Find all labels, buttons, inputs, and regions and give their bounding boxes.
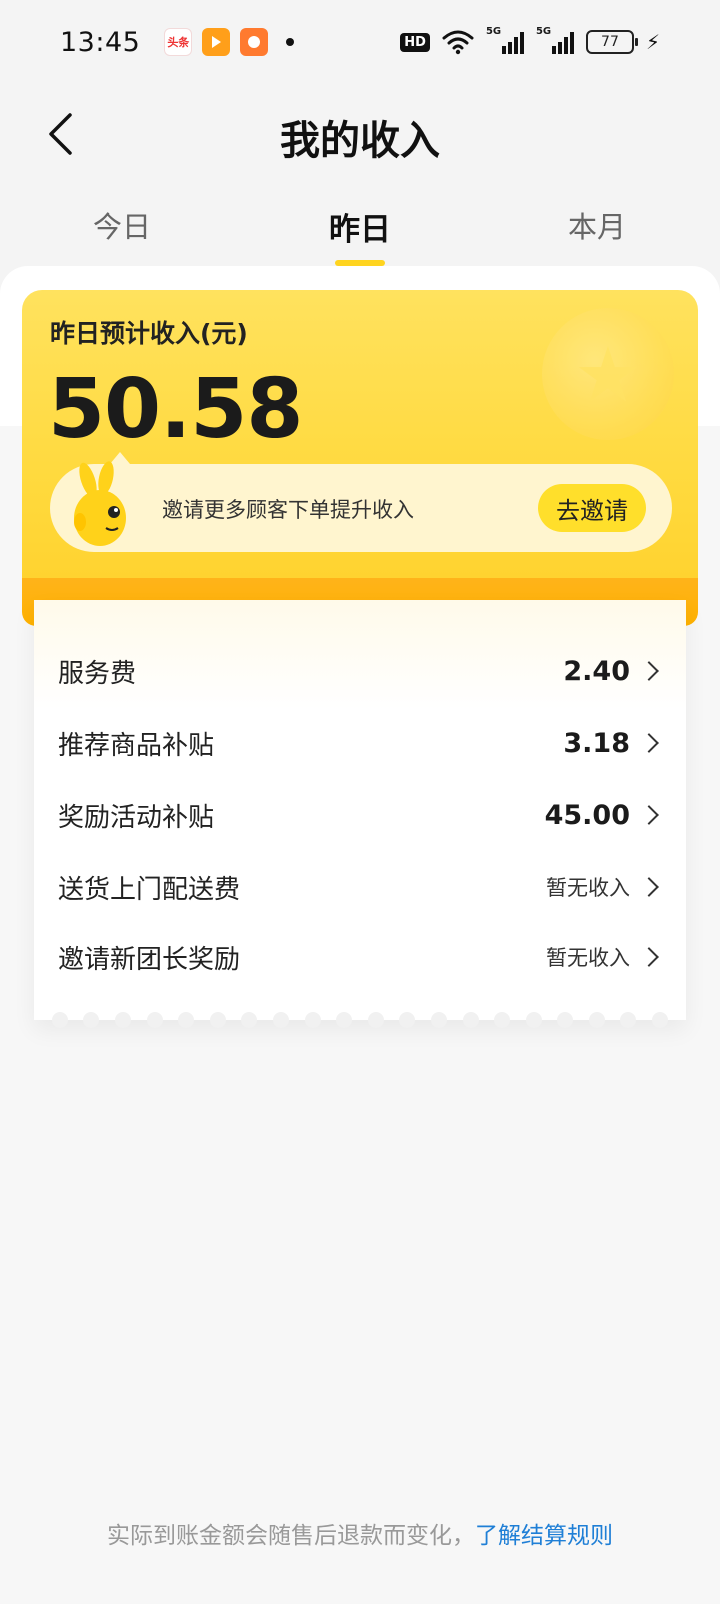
detail-value: 3.18 (563, 727, 630, 759)
detail-label: 奖励活动补贴 (58, 802, 215, 833)
status-app-icons: 头条 (164, 28, 295, 56)
toutiao-icon: 头条 (164, 28, 193, 56)
status-bar: 13:45 头条 HD 5G 5G 77 ⚡ (0, 0, 720, 84)
header: 我的收入 (0, 100, 720, 170)
wifi-icon (442, 30, 474, 55)
detail-label: 送货上门配送费 (58, 874, 241, 905)
chevron-right-icon (639, 877, 659, 897)
detail-value: 2.40 (563, 655, 630, 687)
tab-today[interactable]: 今日 (52, 204, 192, 246)
income-label: 昨日预计收入(元) (50, 319, 248, 348)
status-time: 13:45 (60, 26, 141, 58)
detail-value: 暂无收入 (546, 876, 630, 900)
chevron-right-icon (639, 733, 659, 753)
income-amount: 50.58 (48, 362, 303, 457)
detail-value: 45.00 (544, 799, 630, 831)
mascot-icon (74, 461, 126, 546)
mall-icon (240, 28, 269, 56)
invite-button[interactable]: 去邀请 (538, 484, 646, 532)
battery-level: 77 (601, 34, 619, 50)
invite-banner: 邀请更多顾客下单提升收入 去邀请 (50, 452, 672, 552)
chevron-right-icon (639, 661, 659, 681)
battery-icon: 77 (585, 30, 638, 54)
invite-text: 邀请更多顾客下单提升收入 (162, 498, 414, 522)
settlement-note: 实际到账金额会随售后退款而变化，了解结算规则 (0, 1516, 720, 1550)
detail-label: 服务费 (58, 658, 137, 689)
notification-dot-icon (286, 38, 295, 46)
signal-5g-icon: 5G (486, 26, 524, 54)
active-tab-indicator (335, 260, 385, 266)
video-icon (202, 28, 231, 56)
signal-5g-icon-2: 5G (536, 26, 574, 54)
settlement-note-text: 实际到账金额会随售后退款而变化， (107, 1523, 475, 1549)
detail-value: 暂无收入 (546, 946, 630, 970)
detail-row-reward-subsidy[interactable]: 奖励活动补贴 45.00 (34, 780, 686, 850)
detail-label: 推荐商品补贴 (58, 730, 215, 761)
tab-this-month[interactable]: 本月 (527, 204, 667, 246)
status-indicators: HD 5G 5G 77 ⚡ (400, 26, 660, 55)
detail-row-product-subsidy[interactable]: 推荐商品补贴 3.18 (34, 708, 686, 778)
detail-row-service-fee[interactable]: 服务费 2.40 (34, 636, 686, 706)
chevron-right-icon (639, 805, 659, 825)
income-summary-card: 昨日预计收入(元) 50.58 邀请更多顾客下单提升收入 去邀请 (22, 290, 698, 622)
receipt-perforation (34, 1012, 686, 1028)
period-tabs: 今日 昨日 本月 (0, 196, 720, 266)
tab-yesterday[interactable]: 昨日 (290, 204, 430, 249)
hd-icon: HD (400, 32, 430, 52)
settlement-rules-link[interactable]: 了解结算规则 (475, 1523, 613, 1549)
detail-row-delivery-fee[interactable]: 送货上门配送费 暂无收入 (34, 852, 686, 922)
coin-icon (542, 308, 674, 440)
detail-row-invite-reward[interactable]: 邀请新团长奖励 暂无收入 (34, 922, 686, 992)
page-title: 我的收入 (280, 118, 440, 164)
charging-icon: ⚡ (645, 30, 660, 54)
income-details-list: 服务费 2.40 推荐商品补贴 3.18 奖励活动补贴 45.00 送货上门配送… (34, 600, 686, 1028)
detail-label: 邀请新团长奖励 (58, 944, 241, 975)
chevron-right-icon (639, 947, 659, 967)
